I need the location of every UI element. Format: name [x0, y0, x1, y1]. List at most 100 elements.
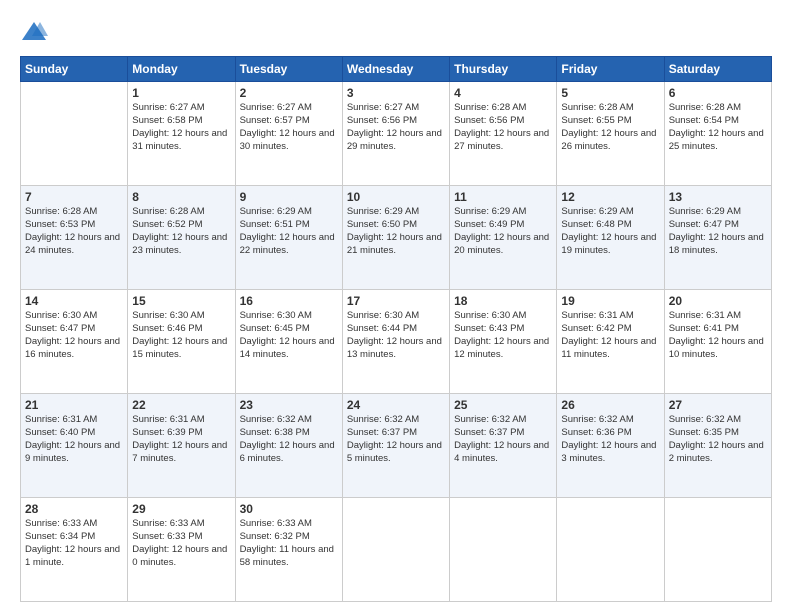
calendar-cell: 13Sunrise: 6:29 AMSunset: 6:47 PMDayligh… — [664, 186, 771, 290]
calendar-cell: 29Sunrise: 6:33 AM Sunset: 6:33 PM Dayligh… — [128, 498, 235, 602]
daylight-text: Daylight: 12 hours and 10 minutes. — [669, 336, 764, 360]
daylight-text: Daylight: 12 hours and 20 minutes. — [454, 232, 549, 256]
daylight-text: Daylight: 12 hours and 0 minutes. — [132, 544, 227, 568]
sunrise-text: Sunrise: 6:27 AM — [347, 102, 419, 113]
sunrise-text: Sunrise: 6:31 AM — [669, 310, 741, 321]
day-number: 11 — [454, 189, 552, 205]
sunset-text: Sunset: 6:35 PM — [669, 427, 739, 438]
day-number: 12 — [561, 189, 659, 205]
daylight-text: Daylight: 12 hours and 9 minutes. — [25, 440, 120, 464]
calendar-cell: 28Sunrise: 6:33 AMSunset: 6:34 PMDayligh… — [21, 498, 128, 602]
sunrise-text: Sunrise: 6:33 AM — [132, 518, 204, 529]
sunrise-text: Sunrise: 6:29 AM — [240, 206, 312, 217]
daylight-text: Daylight: 12 hours and 25 minutes. — [669, 128, 764, 152]
daylight-text: Daylight: 12 hours and 11 minutes. — [561, 336, 656, 360]
sunset-text: Sunset: 6:47 PM — [25, 323, 95, 334]
daylight-text: Daylight: 12 hours and 24 minutes. — [25, 232, 120, 256]
weekday-header-monday: Monday — [128, 57, 235, 82]
day-number: 21 — [25, 397, 123, 413]
sunset-text: Sunset: 6:53 PM — [25, 219, 95, 230]
weekday-header-tuesday: Tuesday — [235, 57, 342, 82]
sunrise-text: Sunrise: 6:30 AM — [132, 310, 204, 321]
day-number: 18 — [454, 293, 552, 309]
sunset-text: Sunset: 6:40 PM — [25, 427, 95, 438]
sunset-text: Sunset: 6:56 PM — [454, 115, 524, 126]
weekday-header-sunday: Sunday — [21, 57, 128, 82]
sunset-text: Sunset: 6:58 PM — [132, 115, 202, 126]
day-number: 29 — [132, 501, 230, 517]
sunset-text: Sunset: 6:43 PM — [454, 323, 524, 334]
daylight-text: Daylight: 12 hours and 19 minutes. — [561, 232, 656, 256]
calendar-cell: 24Sunrise: 6:32 AMSunset: 6:37 PMDayligh… — [342, 394, 449, 498]
day-number: 3 — [347, 85, 445, 101]
daylight-text: Daylight: 12 hours and 26 minutes. — [561, 128, 656, 152]
sunset-text: Sunset: 6:33 PM — [132, 531, 202, 542]
calendar-cell — [21, 82, 128, 186]
sunrise-text: Sunrise: 6:31 AM — [561, 310, 633, 321]
sunrise-text: Sunrise: 6:27 AM — [240, 102, 312, 113]
sunset-text: Sunset: 6:51 PM — [240, 219, 310, 230]
sunrise-text: Sunrise: 6:30 AM — [25, 310, 97, 321]
calendar-cell — [450, 498, 557, 602]
calendar-cell: 27Sunrise: 6:32 AMSunset: 6:35 PMDayligh… — [664, 394, 771, 498]
day-number: 2 — [240, 85, 338, 101]
calendar-cell: 5Sunrise: 6:28 AMSunset: 6:55 PMDaylight… — [557, 82, 664, 186]
sunset-text: Sunset: 6:54 PM — [669, 115, 739, 126]
daylight-text: Daylight: 12 hours and 6 minutes. — [240, 440, 335, 464]
week-row-5: 28Sunrise: 6:33 AMSunset: 6:34 PMDayligh… — [21, 498, 772, 602]
calendar-cell: 11Sunrise: 6:29 AM Sunset: 6:49 PM Dayligh… — [450, 186, 557, 290]
day-number: 7 — [25, 189, 123, 205]
sunrise-text: Sunrise: 6:31 AM — [132, 414, 204, 425]
week-row-4: 21Sunrise: 6:31 AMSunset: 6:40 PMDayligh… — [21, 394, 772, 498]
calendar-cell: 4Sunrise: 6:28 AMSunset: 6:56 PMDaylight… — [450, 82, 557, 186]
calendar-cell: 8Sunrise: 6:28 AMSunset: 6:52 PMDaylight… — [128, 186, 235, 290]
calendar-cell: 23Sunrise: 6:32 AMSunset: 6:38 PMDayligh… — [235, 394, 342, 498]
logo — [20, 18, 52, 46]
sunset-text: Sunset: 6:41 PM — [669, 323, 739, 334]
week-row-2: 7Sunrise: 6:28 AMSunset: 6:53 PMDaylight… — [21, 186, 772, 290]
day-number: 6 — [669, 85, 767, 101]
day-number: 15 — [132, 293, 230, 309]
logo-icon — [20, 18, 48, 46]
daylight-text: Daylight: 12 hours and 21 minutes. — [347, 232, 442, 256]
day-number: 26 — [561, 397, 659, 413]
sunset-text: Sunset: 6:42 PM — [561, 323, 631, 334]
calendar-cell: 20Sunrise: 6:31 AMSunset: 6:41 PMDayligh… — [664, 290, 771, 394]
calendar-cell: 2Sunrise: 6:27 AMSunset: 6:57 PMDaylight… — [235, 82, 342, 186]
sunset-text: Sunset: 6:57 PM — [240, 115, 310, 126]
week-row-1: 1 Sunrise: 6:27 AM Sunset: 6:58 PM Daylight… — [21, 82, 772, 186]
sunrise-text: Sunrise: 6:28 AM — [669, 102, 741, 113]
calendar-cell: 14Sunrise: 6:30 AMSunset: 6:47 PMDayligh… — [21, 290, 128, 394]
sunrise-text: Sunrise: 6:32 AM — [240, 414, 312, 425]
daylight-text: Daylight: 12 hours and 15 minutes. — [132, 336, 227, 360]
sunrise-text: Sunrise: 6:31 AM — [25, 414, 97, 425]
sunrise-text: Sunrise: 6:28 AM — [561, 102, 633, 113]
sunset-text: Sunset: 6:45 PM — [240, 323, 310, 334]
calendar-cell: 3Sunrise: 6:27 AMSunset: 6:56 PMDaylight… — [342, 82, 449, 186]
day-number: 16 — [240, 293, 338, 309]
sunset-text: Sunset: 6:37 PM — [347, 427, 417, 438]
day-number: 4 — [454, 85, 552, 101]
calendar-cell: 12Sunrise: 6:29 AMSunset: 6:48 PMDayligh… — [557, 186, 664, 290]
day-number: 24 — [347, 397, 445, 413]
day-number: 25 — [454, 397, 552, 413]
calendar-cell: 22Sunrise: 6:31 AMSunset: 6:39 PMDayligh… — [128, 394, 235, 498]
sunrise-text: Sunrise: 6:30 AM — [240, 310, 312, 321]
sunset-text: Sunset: 6:39 PM — [132, 427, 202, 438]
sunrise-text: Sunrise: 6:29 AM — [669, 206, 741, 217]
calendar: SundayMondayTuesdayWednesdayThursdayFrid… — [20, 56, 772, 602]
sunrise-text: Sunrise: 6:33 AM — [25, 518, 97, 529]
calendar-cell: 25Sunrise: 6:32 AMSunset: 6:37 PMDayligh… — [450, 394, 557, 498]
sunrise-text: Sunrise: 6:29 AM — [454, 206, 526, 217]
day-number: 19 — [561, 293, 659, 309]
daylight-text: Daylight: 12 hours and 2 minutes. — [669, 440, 764, 464]
calendar-cell — [342, 498, 449, 602]
day-number: 9 — [240, 189, 338, 205]
header — [20, 18, 772, 46]
day-number: 1 — [132, 85, 230, 101]
calendar-cell: 18Sunrise: 6:30 AMSunset: 6:43 PMDayligh… — [450, 290, 557, 394]
sunset-text: Sunset: 6:49 PM — [454, 219, 524, 230]
sunset-text: Sunset: 6:34 PM — [25, 531, 95, 542]
daylight-text: Daylight: 12 hours and 3 minutes. — [561, 440, 656, 464]
page: SundayMondayTuesdayWednesdayThursdayFrid… — [0, 0, 792, 612]
